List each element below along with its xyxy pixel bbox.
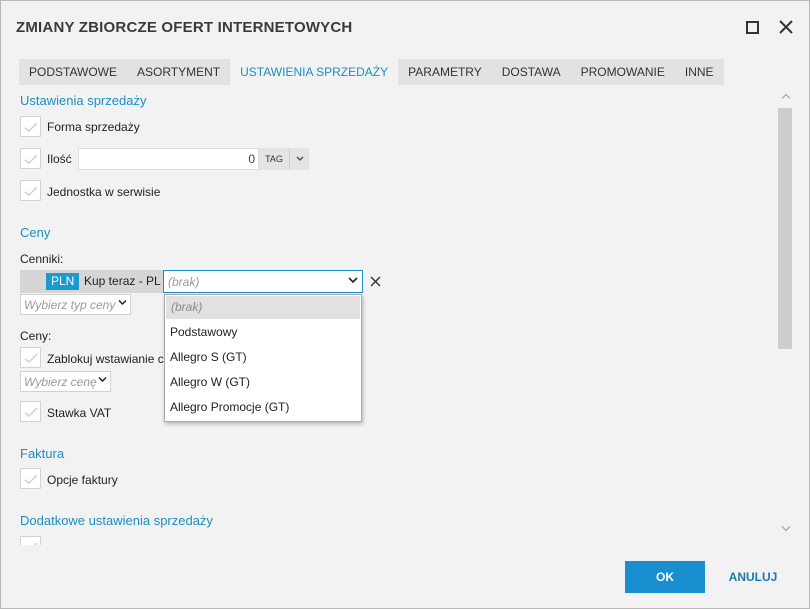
chevron-down-icon[interactable] [781, 525, 791, 532]
close-button[interactable] [773, 14, 799, 40]
invoice-options-label: Opcje faktury [47, 473, 118, 487]
settings-panel: Ustawienia sprzedaży Forma sprzedaży Ilo… [1, 85, 809, 545]
dropdown-option[interactable]: Podstawowy [165, 320, 361, 345]
quantity-checkbox[interactable] [20, 148, 41, 169]
tab-inne[interactable]: INNE [675, 59, 724, 85]
additional-checkbox[interactable] [20, 536, 41, 545]
section-title-invoice: Faktura [20, 446, 65, 461]
price-type-select[interactable]: Wybierz typ ceny [20, 294, 131, 315]
currency-badge: PLN [46, 273, 80, 290]
tag-dropdown-button[interactable] [289, 148, 309, 170]
pricelist-row: PLN Kup teraz - PL [20, 270, 163, 293]
vat-label: Stawka VAT [47, 406, 112, 420]
checkmark-icon [24, 406, 38, 417]
tab-asortyment[interactable]: ASORTYMENT [127, 59, 230, 85]
invoice-options-checkbox[interactable] [20, 468, 41, 489]
maximize-icon [745, 20, 759, 34]
price-type-placeholder: Wybierz typ ceny [24, 298, 116, 312]
section-title-additional: Dodatkowe ustawienia sprzedaży [20, 513, 213, 528]
maximize-button[interactable] [739, 14, 765, 40]
select-placeholder: (brak) [168, 275, 200, 289]
tab-bar: PODSTAWOWE ASORTYMENT USTAWIENIA SPRZEDA… [19, 59, 724, 85]
tab-dostawa[interactable]: DOSTAWA [492, 59, 571, 85]
cancel-button[interactable]: ANULUJ [717, 561, 789, 593]
checkmark-icon [24, 352, 38, 363]
scrollbar-thumb[interactable] [778, 108, 792, 349]
checkmark-icon [24, 121, 38, 132]
sale-form-label: Forma sprzedaży [47, 120, 140, 134]
tab-parametry[interactable]: PARAMETRY [398, 59, 492, 85]
vertical-scrollbar[interactable] [778, 93, 794, 545]
pricelist-name: Kup teraz - PL [84, 274, 161, 288]
price-select[interactable]: Wybierz cenę [20, 371, 111, 392]
dropdown-option[interactable]: Allegro S (GT) [165, 345, 361, 370]
checkmark-icon [24, 473, 38, 484]
tab-ustawienia-sprzedazy[interactable]: USTAWIENIA SPRZEDAŻY [230, 59, 399, 85]
ok-button[interactable]: OK [625, 561, 705, 593]
unit-checkbox[interactable] [20, 180, 41, 201]
remove-pricelist-button[interactable] [364, 270, 387, 293]
vat-checkbox[interactable] [20, 401, 41, 422]
checkmark-icon [24, 185, 38, 196]
title-bar: ZMIANY ZBIORCZE OFERT INTERNETOWYCH [1, 1, 809, 53]
dialog-window: ZMIANY ZBIORCZE OFERT INTERNETOWYCH PODS… [0, 0, 810, 609]
section-title-sales-settings: Ustawienia sprzedaży [20, 93, 147, 108]
sale-form-checkbox[interactable] [20, 116, 41, 137]
pricelists-label: Cenniki: [20, 252, 64, 266]
tab-podstawowe[interactable]: PODSTAWOWE [19, 59, 127, 85]
quantity-label: Ilość [47, 152, 72, 166]
chevron-down-icon [98, 376, 107, 383]
block-prices-label: Zablokuj wstawianie c [47, 352, 164, 366]
dropdown-option[interactable]: Allegro Promocje (GT) [165, 395, 361, 420]
tab-promowanie[interactable]: PROMOWANIE [571, 59, 675, 85]
dropdown-option-none[interactable]: (brak) [166, 296, 360, 319]
close-icon [779, 20, 793, 34]
section-title-prices: Ceny [20, 225, 51, 240]
price-dropdown-list: (brak) Podstawowy Allegro S (GT) Allegro… [164, 294, 362, 422]
tag-button[interactable]: TAG [259, 148, 289, 170]
chevron-down-icon [296, 156, 303, 161]
block-prices-checkbox[interactable] [20, 347, 41, 368]
chevron-down-icon [118, 299, 127, 306]
pricelist-price-select[interactable]: (brak) [163, 270, 363, 293]
unit-label: Jednostka w serwisie [47, 185, 161, 199]
prices-label: Ceny: [20, 329, 52, 343]
dropdown-option[interactable]: Allegro W (GT) [165, 370, 361, 395]
chevron-up-icon[interactable] [781, 93, 791, 100]
chevron-down-icon [348, 277, 358, 284]
close-icon [370, 276, 381, 287]
dialog-title: ZMIANY ZBIORCZE OFERT INTERNETOWYCH [16, 19, 353, 36]
price-select-placeholder: Wybierz cenę [24, 375, 97, 389]
checkmark-icon [32, 541, 38, 545]
quantity-input[interactable]: 0 [78, 148, 259, 170]
checkmark-icon [24, 153, 38, 164]
